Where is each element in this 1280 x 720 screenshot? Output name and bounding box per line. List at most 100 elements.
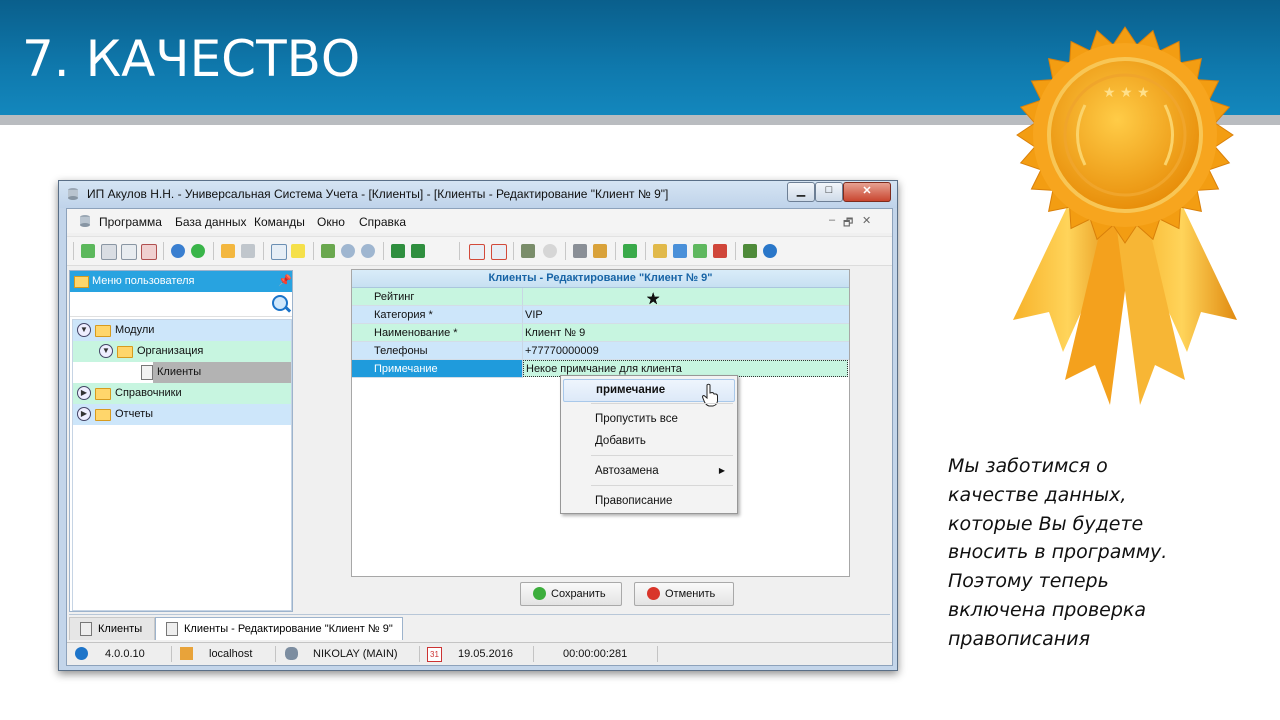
database-icon bbox=[180, 647, 193, 660]
lock-icon[interactable] bbox=[653, 244, 667, 258]
search-icon[interactable] bbox=[171, 244, 185, 258]
menu-program[interactable]: Программа bbox=[99, 215, 162, 229]
add-to-dictionary-item[interactable]: Добавить bbox=[563, 431, 733, 452]
tree-item-clients[interactable]: Клиенты bbox=[73, 362, 291, 383]
mdi-restore-icon[interactable]: 🗗 bbox=[843, 214, 853, 233]
status-separator bbox=[657, 646, 658, 662]
close-button[interactable]: ✕ bbox=[843, 182, 891, 202]
spelling-item[interactable]: Правописание bbox=[563, 491, 733, 512]
menu-separator bbox=[591, 485, 733, 486]
category-value[interactable]: VIP bbox=[525, 309, 543, 321]
save-button[interactable]: Сохранить bbox=[520, 582, 622, 606]
document-icon bbox=[80, 622, 92, 636]
skip-all-item[interactable]: Пропустить все bbox=[563, 409, 733, 430]
toolbar-separator bbox=[313, 242, 314, 260]
description-line: правописания bbox=[948, 627, 1091, 650]
folder-icon bbox=[95, 409, 111, 421]
window-titlebar[interactable]: ИП Акулов Н.Н. - Универсальная Система У… bbox=[59, 181, 897, 208]
skip-all-text: Пропустить все bbox=[595, 413, 678, 425]
minimize-icon: ▁ bbox=[796, 185, 806, 197]
pin-icon[interactable]: 📌 bbox=[278, 274, 292, 287]
back-icon[interactable] bbox=[543, 244, 557, 258]
add-record-icon[interactable] bbox=[81, 244, 95, 258]
delete-icon[interactable] bbox=[141, 244, 157, 260]
tree-item-directories[interactable]: ▶ Справочники bbox=[73, 383, 291, 404]
users-icon[interactable] bbox=[693, 244, 707, 258]
field-label-cell: Наименование * bbox=[352, 324, 523, 342]
calendar-icon: 31 bbox=[427, 647, 442, 662]
tree-item-organization[interactable]: ▼ Организация bbox=[73, 341, 291, 362]
toolbar-separator bbox=[735, 242, 736, 260]
expand-all-icon[interactable] bbox=[341, 244, 355, 258]
menu-commands[interactable]: Команды bbox=[254, 215, 305, 229]
add-column-icon[interactable] bbox=[271, 244, 287, 260]
refresh-icon[interactable] bbox=[191, 244, 205, 258]
phone-value[interactable]: +77770000009 bbox=[525, 345, 599, 357]
tools-icon[interactable] bbox=[573, 244, 587, 258]
copy-icon[interactable] bbox=[101, 244, 117, 260]
user-icon[interactable] bbox=[673, 244, 687, 258]
search-icon[interactable] bbox=[272, 295, 288, 311]
edit-icon[interactable] bbox=[121, 244, 137, 260]
folder-icon bbox=[74, 276, 89, 288]
tab-label: Клиенты - Редактирование "Клиент № 9" bbox=[184, 623, 393, 635]
mdi-minimize-icon[interactable]: – bbox=[829, 214, 835, 226]
tree-item-modules[interactable]: ▼ Модули bbox=[73, 320, 291, 341]
note-icon[interactable] bbox=[291, 244, 305, 258]
expand-icon[interactable]: ▶ bbox=[77, 386, 91, 400]
toolbar bbox=[67, 236, 892, 266]
field-value-cell[interactable]: +77770000009 bbox=[523, 342, 849, 360]
export-menu-icon[interactable] bbox=[411, 244, 425, 258]
connect-icon[interactable] bbox=[713, 244, 727, 258]
name-value[interactable]: Клиент № 9 bbox=[525, 327, 585, 339]
check-icon[interactable] bbox=[623, 244, 637, 258]
user-menu-header: Меню пользователя 📌 bbox=[70, 271, 292, 292]
folder-open-icon bbox=[95, 325, 111, 337]
field-value-cell[interactable]: Клиент № 9 bbox=[523, 324, 849, 342]
award-ribbon-icon: ★ ★ ★ bbox=[1013, 26, 1237, 405]
description-line: Поэтому теперь bbox=[948, 570, 1109, 593]
field-label: Рейтинг bbox=[374, 291, 415, 303]
tree-item-reports[interactable]: ▶ Отчеты bbox=[73, 404, 291, 425]
expand-icon[interactable]: ▶ bbox=[77, 407, 91, 421]
info-icon[interactable] bbox=[763, 244, 777, 258]
collapse-icon[interactable]: ▼ bbox=[77, 323, 91, 337]
tree-view: ▼ Модули ▼ Организация Клиенты ▶ Справоч… bbox=[72, 319, 292, 611]
mdi-close-icon[interactable]: ✕ bbox=[862, 214, 871, 227]
autocorrect-item[interactable]: Автозамена ▶ bbox=[563, 461, 733, 482]
export-excel-icon[interactable] bbox=[391, 244, 405, 258]
maximize-button[interactable]: □ bbox=[815, 182, 843, 202]
menu-bar: Программа База данных Команды Окно Справ… bbox=[67, 209, 892, 233]
menu-window[interactable]: Окно bbox=[317, 215, 345, 229]
rating-value-cell[interactable]: ★ ★ ★ ★ ★ bbox=[523, 288, 849, 308]
group-icon[interactable] bbox=[321, 244, 335, 258]
close-window-icon[interactable] bbox=[491, 244, 507, 260]
clear-filter-icon[interactable] bbox=[241, 244, 255, 258]
settings-brush-icon[interactable] bbox=[593, 244, 607, 258]
field-label: Примечание bbox=[374, 363, 438, 375]
field-row-category: Категория * VIP bbox=[352, 306, 849, 324]
close-icon: ✕ bbox=[862, 185, 872, 197]
field-value-cell[interactable]: VIP bbox=[523, 306, 849, 324]
cancel-button[interactable]: Отменить bbox=[634, 582, 734, 606]
tree-search-field[interactable] bbox=[70, 292, 292, 317]
new-window-icon[interactable] bbox=[469, 244, 485, 260]
menu-database[interactable]: База данных bbox=[175, 215, 246, 229]
menu-help[interactable]: Справка bbox=[359, 215, 406, 229]
field-row-phones: Телефоны +77770000009 bbox=[352, 342, 849, 360]
status-separator bbox=[275, 646, 276, 662]
tab-client-edit[interactable]: Клиенты - Редактирование "Клиент № 9" bbox=[155, 617, 403, 640]
filter-icon[interactable] bbox=[221, 244, 235, 258]
tree-item-label: Отчеты bbox=[115, 408, 154, 420]
tab-clients[interactable]: Клиенты bbox=[69, 617, 155, 640]
svg-text:★ ★ ★: ★ ★ ★ bbox=[1103, 85, 1150, 101]
minimize-button[interactable]: ▁ bbox=[787, 182, 815, 202]
collapse-icon[interactable]: ▼ bbox=[99, 344, 113, 358]
tree-item-label: Клиенты bbox=[157, 366, 202, 378]
app-window: ИП Акулов Н.Н. - Универсальная Система У… bbox=[58, 180, 898, 671]
exit-icon[interactable] bbox=[521, 244, 535, 258]
collapse-all-icon[interactable] bbox=[361, 244, 375, 258]
note-value[interactable]: Некое примчание для клиента bbox=[526, 363, 682, 375]
book-icon[interactable] bbox=[743, 244, 757, 258]
save-label: Сохранить bbox=[551, 588, 606, 600]
